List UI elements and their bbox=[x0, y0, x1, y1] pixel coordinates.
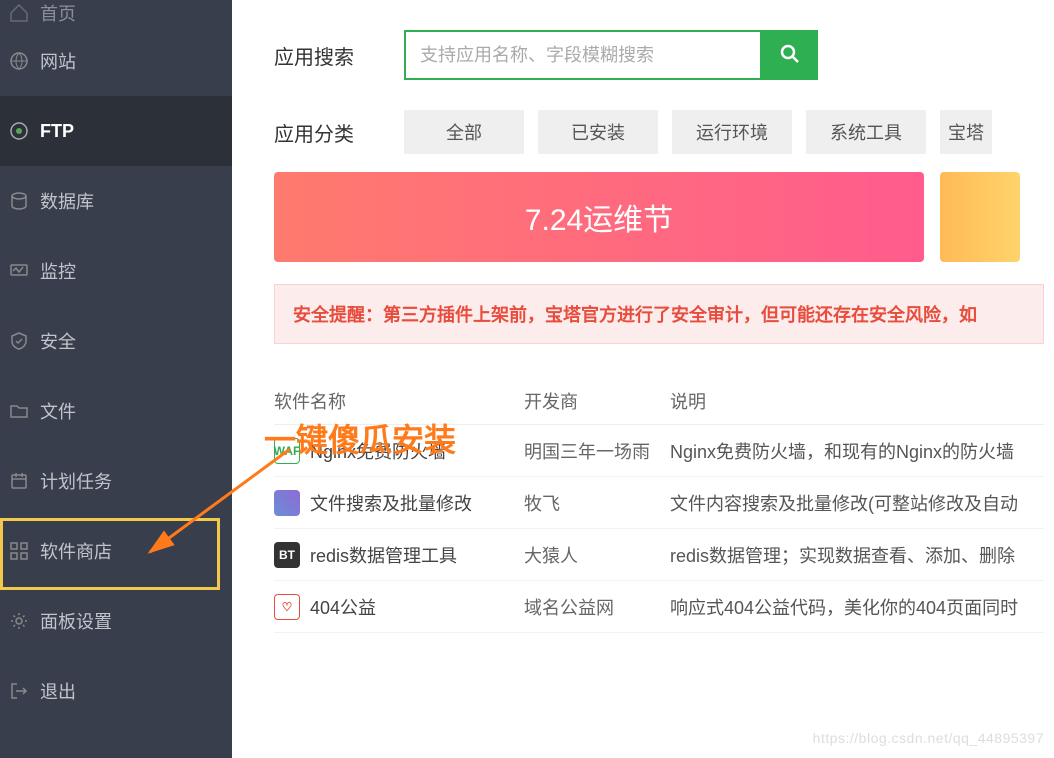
annotation-text: 一键傻瓜安装 bbox=[264, 415, 456, 461]
th-desc: 说明 bbox=[670, 388, 1044, 414]
sidebar-item-ftp[interactable]: FTP bbox=[0, 96, 232, 166]
cell-desc: Nginx免费防火墙，和现有的Nginx的防火墙 bbox=[670, 438, 1044, 464]
sidebar-item-cron[interactable]: 计划任务 bbox=[0, 446, 232, 516]
main-content: 应用搜索 应用分类 全部 已安装 运行环境 系统工具 宝塔 bbox=[232, 0, 1054, 154]
cell-dev: 明国三年一场雨 bbox=[524, 438, 670, 464]
sidebar-item-label: 监控 bbox=[40, 258, 76, 284]
category-label: 应用分类 bbox=[274, 118, 404, 147]
promo-banner-2[interactable] bbox=[940, 172, 1020, 262]
sidebar-item-logout[interactable]: 退出 bbox=[0, 656, 232, 726]
sidebar: 首页 网站 FTP 数据库 监控 安全 文件 计划任务 软件商店 面板设置 退出 bbox=[0, 0, 232, 758]
security-warning: 安全提醒：第三方插件上架前，宝塔官方进行了安全审计，但可能还存在安全风险，如 bbox=[274, 284, 1044, 344]
sidebar-item-label: 数据库 bbox=[40, 188, 94, 214]
app-icon: BT bbox=[274, 542, 300, 568]
sidebar-item-home[interactable]: 首页 bbox=[0, 0, 232, 26]
cat-bt[interactable]: 宝塔 bbox=[940, 110, 992, 154]
search-icon bbox=[778, 42, 802, 69]
cell-dev: 大猿人 bbox=[524, 542, 670, 568]
sidebar-item-label: 软件商店 bbox=[40, 538, 112, 564]
sidebar-item-monitor[interactable]: 监控 bbox=[0, 236, 232, 306]
th-name: 软件名称 bbox=[274, 388, 524, 414]
sidebar-item-settings[interactable]: 面板设置 bbox=[0, 586, 232, 656]
category-row: 应用分类 全部 已安装 运行环境 系统工具 宝塔 bbox=[274, 110, 1054, 154]
app-name: redis数据管理工具 bbox=[310, 542, 457, 568]
monitor-icon bbox=[8, 260, 30, 282]
sidebar-item-security[interactable]: 安全 bbox=[0, 306, 232, 376]
promo-banner[interactable]: 7.24运维节 bbox=[274, 172, 924, 262]
ftp-icon bbox=[8, 120, 30, 142]
cell-desc: redis数据管理；实现数据查看、添加、删除 bbox=[670, 542, 1044, 568]
app-store-icon bbox=[8, 540, 30, 562]
cat-system[interactable]: 系统工具 bbox=[806, 110, 926, 154]
shield-icon bbox=[8, 330, 30, 352]
cell-name: BT redis数据管理工具 bbox=[274, 542, 524, 568]
sidebar-item-label: 首页 bbox=[40, 0, 76, 26]
th-dev: 开发商 bbox=[524, 388, 670, 414]
table-row[interactable]: ♡ 404公益 域名公益网响应式404公益代码，美化你的404页面同时 bbox=[274, 581, 1044, 633]
cat-runtime[interactable]: 运行环境 bbox=[672, 110, 792, 154]
banner-row: 7.24运维节 bbox=[274, 172, 1054, 262]
cell-desc: 响应式404公益代码，美化你的404页面同时 bbox=[670, 594, 1044, 620]
sidebar-item-website[interactable]: 网站 bbox=[0, 26, 232, 96]
sidebar-item-files[interactable]: 文件 bbox=[0, 376, 232, 446]
sidebar-item-label: 文件 bbox=[40, 398, 76, 424]
app-name: 404公益 bbox=[310, 594, 376, 620]
sidebar-item-label: 网站 bbox=[40, 48, 76, 74]
app-icon bbox=[274, 490, 300, 516]
globe-icon bbox=[8, 50, 30, 72]
table-row[interactable]: BT redis数据管理工具 大猿人redis数据管理；实现数据查看、添加、删除 bbox=[274, 529, 1044, 581]
cat-all[interactable]: 全部 bbox=[404, 110, 524, 154]
cell-name: ♡ 404公益 bbox=[274, 594, 524, 620]
home-icon bbox=[8, 2, 30, 24]
calendar-icon bbox=[8, 470, 30, 492]
app-icon: ♡ bbox=[274, 594, 300, 620]
folder-icon bbox=[8, 400, 30, 422]
cell-dev: 域名公益网 bbox=[524, 594, 670, 620]
search-row: 应用搜索 bbox=[274, 30, 1054, 80]
search-button[interactable] bbox=[762, 30, 818, 80]
cat-installed[interactable]: 已安装 bbox=[538, 110, 658, 154]
database-icon bbox=[8, 190, 30, 212]
search-label: 应用搜索 bbox=[274, 41, 404, 70]
sidebar-item-label: 计划任务 bbox=[40, 468, 112, 494]
sidebar-item-label: 退出 bbox=[40, 678, 76, 704]
gear-icon bbox=[8, 610, 30, 632]
sidebar-item-label: FTP bbox=[40, 121, 74, 142]
search-input[interactable] bbox=[404, 30, 762, 80]
sidebar-item-label: 安全 bbox=[40, 328, 76, 354]
cell-name: 文件搜索及批量修改 bbox=[274, 490, 524, 516]
app-name: 文件搜索及批量修改 bbox=[310, 490, 472, 516]
logout-icon bbox=[8, 680, 30, 702]
watermark: https://blog.csdn.net/qq_44895397 bbox=[813, 730, 1044, 746]
sidebar-item-label: 面板设置 bbox=[40, 608, 112, 634]
table-row[interactable]: 文件搜索及批量修改 牧飞文件内容搜索及批量修改(可整站修改及自动 bbox=[274, 477, 1044, 529]
sidebar-item-appstore[interactable]: 软件商店 bbox=[0, 516, 232, 586]
cell-desc: 文件内容搜索及批量修改(可整站修改及自动 bbox=[670, 490, 1044, 516]
sidebar-item-database[interactable]: 数据库 bbox=[0, 166, 232, 236]
cell-dev: 牧飞 bbox=[524, 490, 670, 516]
